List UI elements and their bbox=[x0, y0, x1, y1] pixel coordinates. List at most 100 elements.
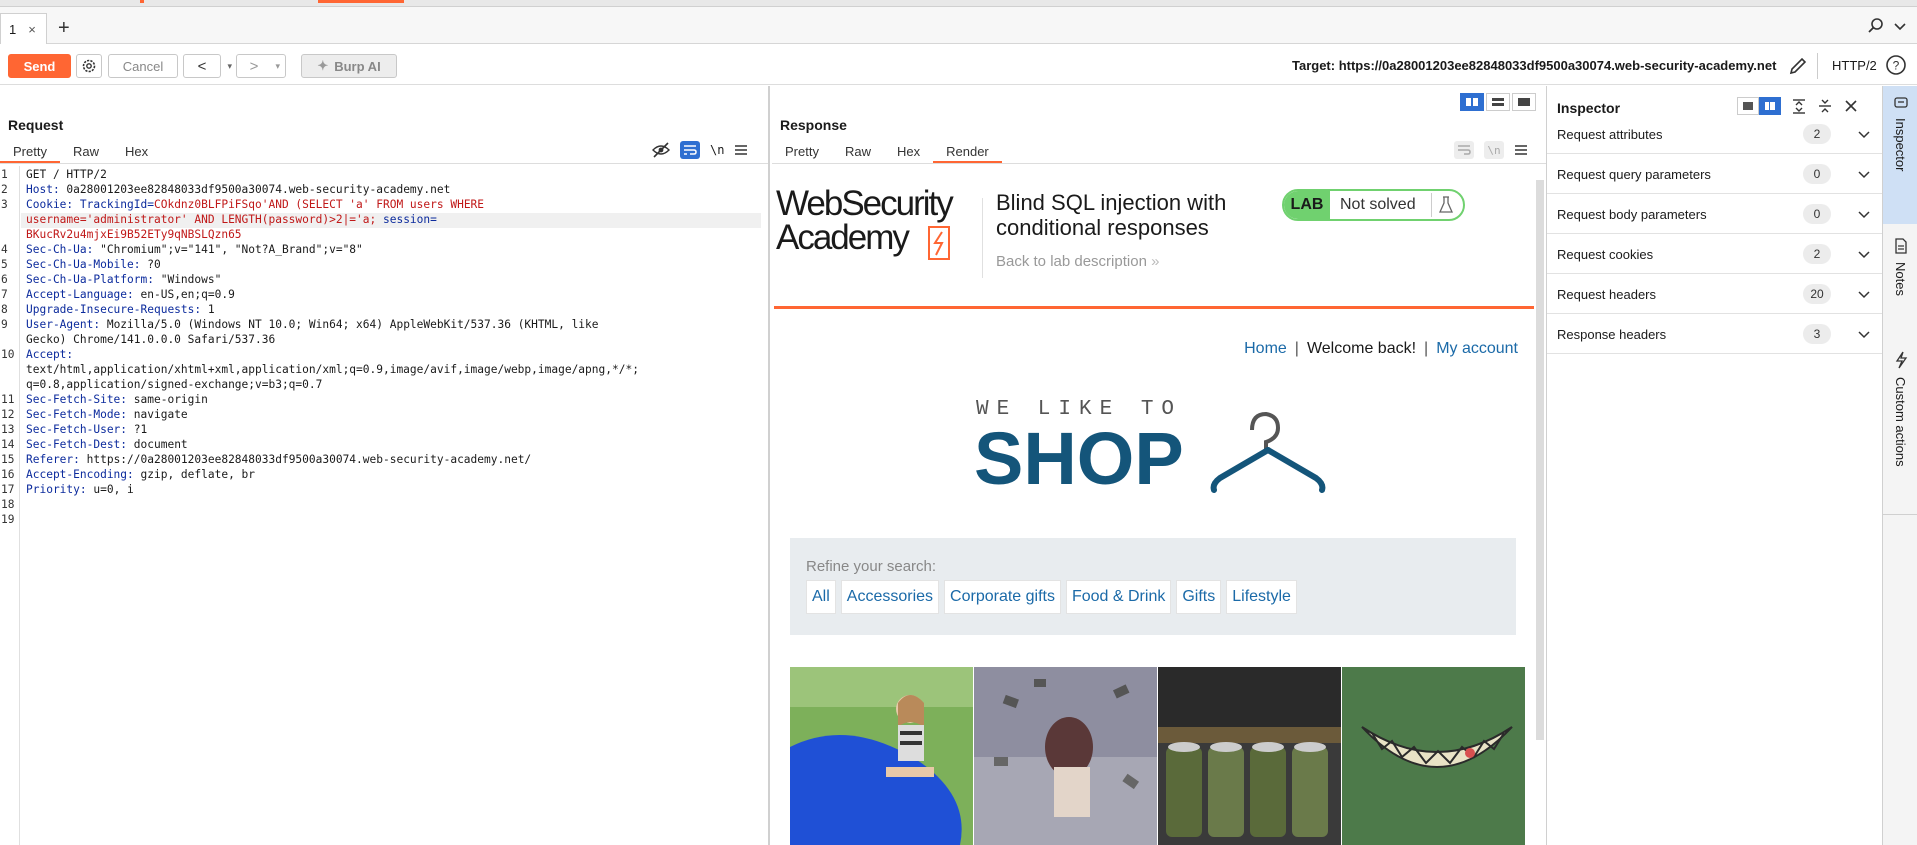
code-line: Sec-Fetch-Site: same-origin bbox=[26, 393, 208, 406]
top-tab-active-indicator bbox=[318, 0, 404, 3]
side-rail: Inspector Notes Custom actions bbox=[1882, 86, 1917, 845]
filter-accessories[interactable]: Accessories bbox=[840, 580, 940, 614]
wrap-lines-toggle[interactable] bbox=[680, 141, 700, 159]
settings-button[interactable] bbox=[76, 54, 102, 78]
request-view-tabs: Pretty Raw Hex bbox=[0, 139, 161, 163]
add-tab-icon[interactable]: + bbox=[58, 17, 70, 40]
filter-corporate-gifts[interactable]: Corporate gifts bbox=[944, 580, 1061, 614]
line-number: 19 bbox=[1, 513, 15, 526]
newline-toggle[interactable]: \n bbox=[710, 143, 724, 157]
expand-all-icon[interactable] bbox=[1791, 98, 1807, 114]
lab-status-badge: LAB Not solved bbox=[1282, 189, 1465, 221]
header-accent-line bbox=[774, 306, 1534, 309]
help-icon[interactable]: ? bbox=[1885, 54, 1907, 76]
rail-notes-label: Notes bbox=[1893, 262, 1908, 296]
my-account-link[interactable]: My account bbox=[1436, 340, 1518, 357]
rail-custom-actions-label: Custom actions bbox=[1893, 377, 1908, 467]
response-tab-pretty[interactable]: Pretty bbox=[772, 139, 832, 163]
product-image-beanbag[interactable] bbox=[790, 667, 973, 845]
close-icon[interactable] bbox=[1843, 98, 1859, 114]
shop-word: SHOP bbox=[974, 417, 1184, 500]
header-name: Sec-Fetch-User: bbox=[26, 423, 128, 436]
edit-icon[interactable] bbox=[1787, 55, 1809, 77]
request-tab-raw[interactable]: Raw bbox=[60, 139, 112, 163]
chevron-down-icon[interactable] bbox=[1857, 127, 1871, 141]
inspector-layout-split-button[interactable] bbox=[1759, 97, 1781, 115]
sparkle-icon: ✦ bbox=[317, 58, 329, 73]
repeater-tab-1[interactable]: 1 × bbox=[0, 13, 47, 44]
collapse-all-icon[interactable] bbox=[1817, 98, 1833, 114]
rail-custom-actions-tab[interactable]: Custom actions bbox=[1883, 351, 1917, 467]
toolbar-divider bbox=[1817, 53, 1818, 79]
response-tab-hex[interactable]: Hex bbox=[884, 139, 933, 163]
back-to-lab-link[interactable]: Back to lab description » bbox=[996, 253, 1159, 270]
http-version-toggle[interactable]: HTTP/2 bbox=[1832, 58, 1877, 73]
line-number: 1 bbox=[1, 168, 8, 181]
previous-request-button[interactable]: < ▾ bbox=[183, 54, 232, 78]
inspector-section[interactable]: Request cookies 2 bbox=[1547, 234, 1883, 274]
layout-tabs-button[interactable] bbox=[1512, 93, 1536, 111]
wrap-lines-toggle[interactable] bbox=[1454, 141, 1474, 159]
send-button[interactable]: Send bbox=[8, 54, 71, 78]
burp-ai-button[interactable]: ✦ Burp AI bbox=[301, 54, 397, 78]
newline-label: \n bbox=[1487, 143, 1501, 157]
chevron-down-icon: ▾ bbox=[227, 60, 232, 71]
chevron-down-icon[interactable] bbox=[1893, 19, 1907, 33]
chevron-down-icon[interactable] bbox=[1857, 167, 1871, 181]
newline-toggle[interactable]: \n bbox=[1484, 141, 1504, 159]
inspector-section[interactable]: Response headers 3 bbox=[1547, 314, 1883, 354]
header-value: document bbox=[127, 438, 188, 451]
layout-stacked-button[interactable] bbox=[1486, 93, 1510, 111]
rendered-response: WebSecurity Academy Blind SQL injection … bbox=[774, 180, 1534, 845]
inspector-section[interactable]: Request query parameters 0 bbox=[1547, 154, 1883, 194]
filter-food-drink[interactable]: Food & Drink bbox=[1065, 580, 1172, 614]
product-image-books[interactable] bbox=[974, 667, 1157, 845]
inspector-section-count: 20 bbox=[1803, 284, 1831, 304]
header-value: en-US,en;q=0.9 bbox=[133, 288, 235, 301]
inspector-layout-list-button[interactable] bbox=[1737, 97, 1759, 115]
close-tab-icon[interactable]: × bbox=[28, 22, 36, 37]
chevron-left-icon: < bbox=[197, 57, 207, 75]
chevron-down-icon[interactable] bbox=[1857, 207, 1871, 221]
code-line: Accept-Language: en-US,en;q=0.9 bbox=[26, 288, 235, 301]
chevron-down-icon[interactable] bbox=[1857, 327, 1871, 341]
code-line: BKucRv2u4mjxEi9B52ETy9qNBSLQzn65 bbox=[26, 228, 242, 241]
columns-icon bbox=[1466, 98, 1478, 106]
cancel-button[interactable]: Cancel bbox=[108, 54, 178, 78]
line-number: 13 bbox=[1, 423, 15, 436]
response-tab-raw[interactable]: Raw bbox=[832, 139, 884, 163]
repeater-tab-label: 1 bbox=[9, 21, 17, 37]
chevron-down-icon[interactable] bbox=[1857, 287, 1871, 301]
product-image-beer-belt[interactable] bbox=[1158, 667, 1341, 845]
rail-notes-tab[interactable]: Notes bbox=[1883, 238, 1917, 296]
filter-all[interactable]: All bbox=[806, 580, 836, 614]
next-request-button[interactable]: > ▾ bbox=[236, 54, 286, 78]
rail-inspector-tab[interactable]: Inspector bbox=[1883, 86, 1917, 224]
response-tab-render[interactable]: Render bbox=[933, 139, 1002, 163]
request-pane: Request Pretty Raw Hex \n 1 2 3 4 5 6 7 8 9 10 11 1… bbox=[0, 86, 770, 845]
header-name: Sec-Fetch-Dest: bbox=[26, 438, 128, 451]
request-tab-pretty[interactable]: Pretty bbox=[0, 139, 60, 163]
request-editor[interactable]: 1 2 3 4 5 6 7 8 9 10 11 12 13 14 15 16 17 18 19 GET / HTTP… bbox=[0, 166, 768, 845]
inspector-section[interactable]: Request attributes 2 bbox=[1547, 114, 1883, 154]
inspector-section[interactable]: Request body parameters 0 bbox=[1547, 194, 1883, 234]
menu-icon[interactable] bbox=[734, 144, 748, 156]
eye-off-icon[interactable] bbox=[652, 142, 670, 158]
response-view-options: \n bbox=[1454, 141, 1528, 159]
chevron-down-icon[interactable] bbox=[1857, 247, 1871, 261]
request-tab-hex[interactable]: Hex bbox=[112, 139, 161, 163]
line-number: 9 bbox=[1, 318, 8, 331]
line-number: 14 bbox=[1, 438, 15, 451]
layout-side-by-side-button[interactable] bbox=[1460, 93, 1484, 111]
home-link[interactable]: Home bbox=[1244, 340, 1287, 357]
search-icon[interactable] bbox=[1867, 17, 1885, 35]
inspector-section[interactable]: Request headers 20 bbox=[1547, 274, 1883, 314]
product-image-cheshire-grin[interactable] bbox=[1342, 667, 1525, 845]
line-number: 18 bbox=[1, 498, 15, 511]
line-number: 7 bbox=[1, 288, 8, 301]
flask-icon bbox=[1431, 193, 1459, 217]
render-scrollbar[interactable] bbox=[1536, 180, 1544, 740]
filter-gifts[interactable]: Gifts bbox=[1176, 580, 1222, 614]
menu-icon[interactable] bbox=[1514, 144, 1528, 156]
filter-lifestyle[interactable]: Lifestyle bbox=[1226, 580, 1297, 614]
